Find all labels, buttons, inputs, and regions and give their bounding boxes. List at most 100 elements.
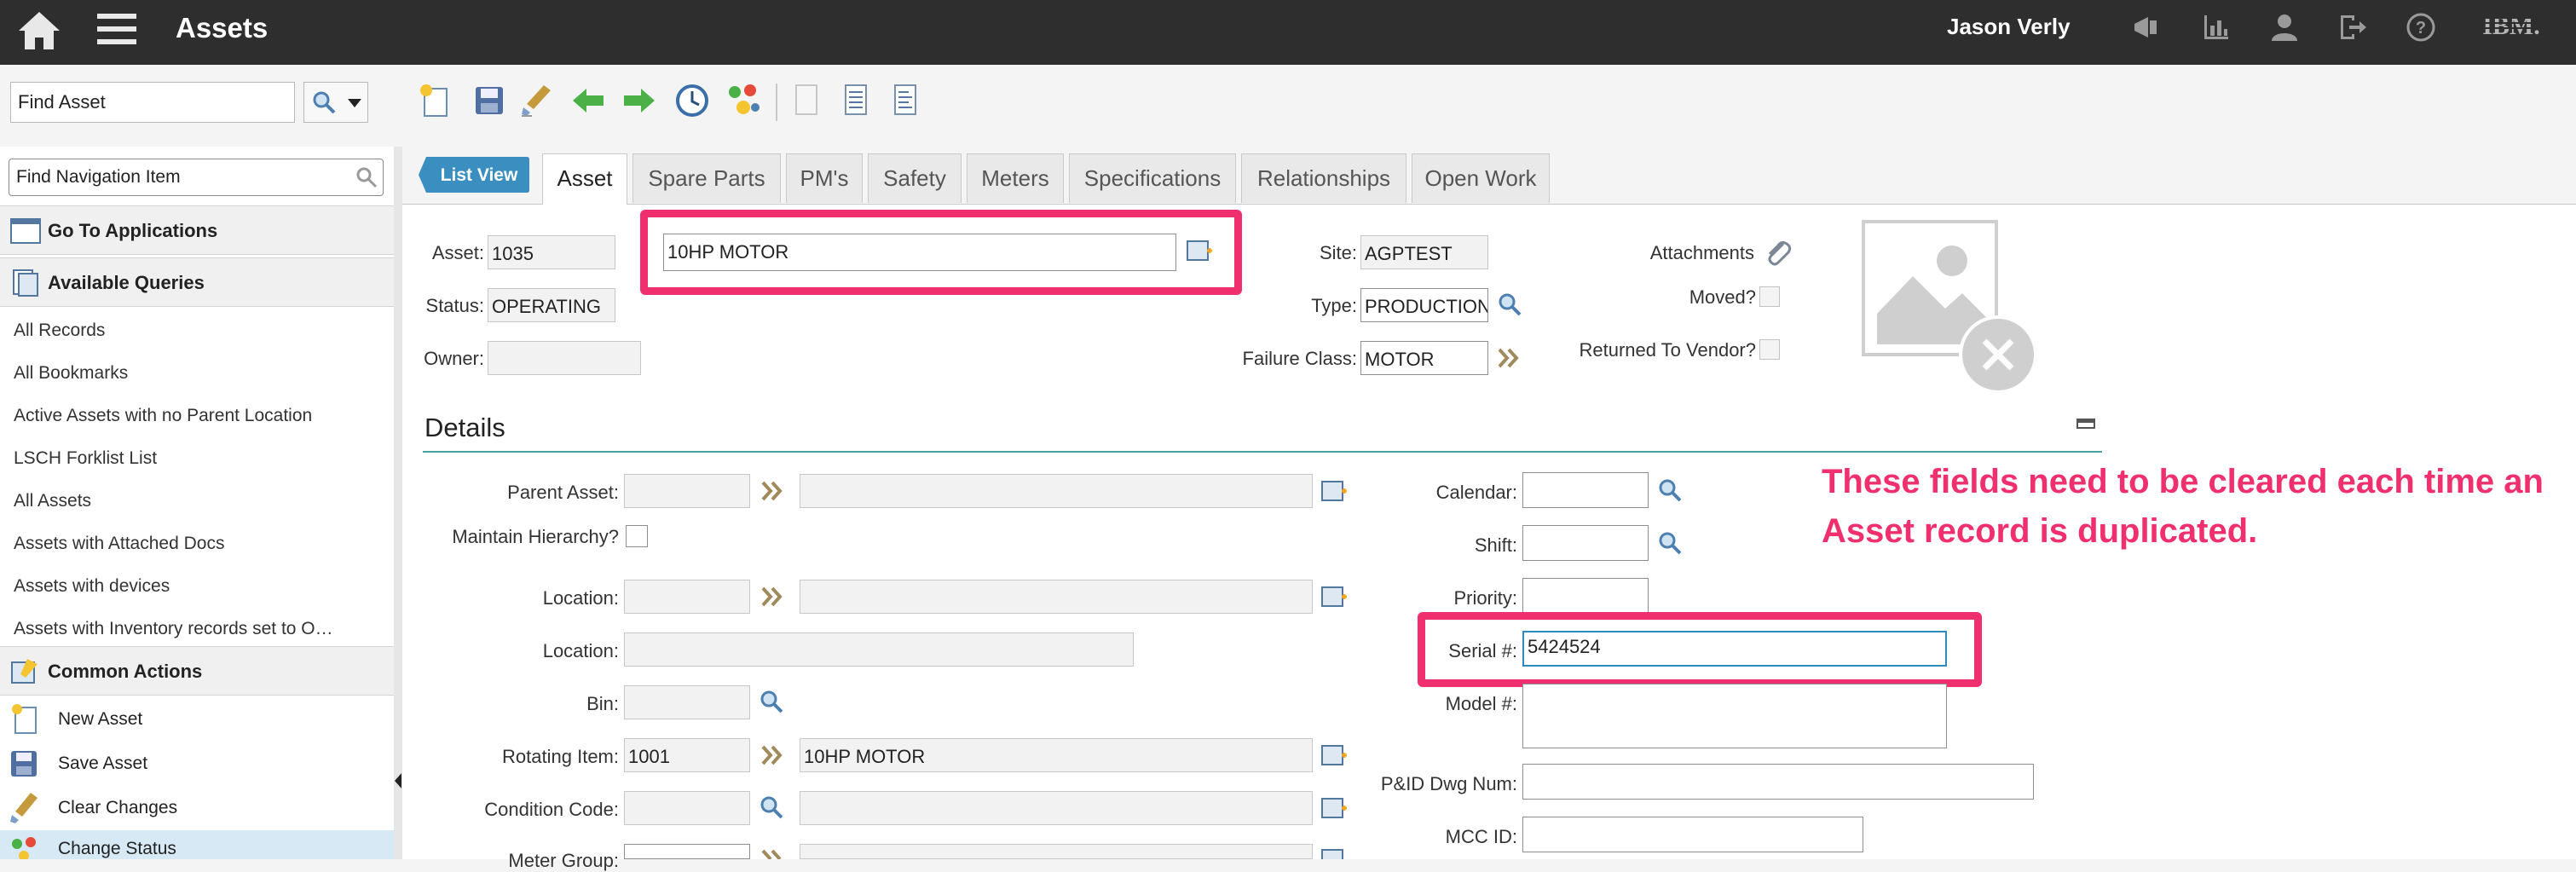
query-item[interactable]: Assets with Inventory records set to O… — [14, 619, 333, 639]
list-view-button[interactable]: List View — [418, 155, 530, 194]
double-chevron-right-icon[interactable] — [760, 743, 784, 767]
menu-icon[interactable] — [95, 9, 138, 51]
location-field[interactable] — [624, 580, 750, 614]
clear-changes-icon — [10, 793, 38, 823]
go-to-applications-header[interactable]: Go To Applications — [0, 205, 394, 255]
query-item[interactable]: LSCH Forklist List — [14, 448, 157, 469]
document-list-icon[interactable] — [839, 82, 873, 119]
calendar-field[interactable] — [1522, 472, 1649, 508]
history-icon[interactable] — [673, 82, 711, 119]
reports-icon[interactable] — [2201, 12, 2232, 43]
tab-asset[interactable]: Asset — [542, 153, 627, 205]
tab-safety[interactable]: Safety — [868, 153, 962, 203]
action-clear-changes[interactable]: Clear Changes — [0, 786, 394, 829]
parent-asset-description-field[interactable] — [800, 474, 1313, 508]
condition-code-field[interactable] — [624, 791, 750, 825]
tab-pms[interactable]: PM's — [786, 153, 863, 203]
common-actions-label: Common Actions — [48, 661, 203, 682]
site-field[interactable]: AGPTEST — [1360, 235, 1488, 269]
action-change-status[interactable]: Change Status — [0, 830, 394, 859]
long-description-icon[interactable] — [1320, 742, 1349, 771]
double-chevron-right-icon[interactable] — [760, 585, 784, 609]
tab-open-work[interactable]: Open Work — [1412, 153, 1550, 203]
broadcast-icon[interactable] — [2131, 12, 2162, 43]
query-item[interactable]: All Bookmarks — [14, 363, 128, 384]
meter-group-description-field[interactable] — [800, 844, 1313, 859]
highlight-serial-number — [1418, 612, 1982, 687]
location-label: Location: — [542, 587, 619, 609]
pid-dwg-num-label: P&ID Dwg Num: — [1380, 773, 1517, 794]
location-2-field[interactable] — [624, 632, 1134, 667]
pid-dwg-num-field[interactable] — [1522, 764, 2034, 800]
change-status-icon[interactable] — [725, 82, 762, 119]
double-chevron-right-icon[interactable] — [1497, 346, 1521, 370]
moved-checkbox[interactable] — [1759, 286, 1780, 307]
paperclip-icon[interactable] — [1763, 237, 1793, 268]
next-record-icon[interactable] — [621, 82, 658, 119]
signout-icon[interactable] — [2337, 12, 2368, 43]
location-description-field[interactable] — [800, 580, 1313, 614]
mcc-id-field[interactable] — [1522, 817, 1863, 852]
query-item[interactable]: Assets with Attached Docs — [14, 534, 224, 554]
tab-meters[interactable]: Meters — [967, 153, 1064, 203]
search-icon[interactable] — [759, 689, 784, 714]
action-new-asset[interactable]: New Asset — [0, 697, 394, 740]
parent-asset-field[interactable] — [624, 474, 750, 508]
previous-record-icon[interactable] — [569, 82, 607, 119]
collapse-section-icon[interactable] — [2076, 416, 2095, 431]
double-chevron-right-icon[interactable] — [760, 479, 784, 503]
shift-field[interactable] — [1522, 525, 1649, 561]
owner-field[interactable] — [488, 341, 641, 375]
search-icon[interactable] — [355, 165, 378, 189]
search-icon[interactable] — [759, 794, 784, 820]
nav-collapse-handle[interactable] — [394, 147, 402, 859]
asset-image-placeholder[interactable] — [1862, 220, 2037, 396]
save-icon[interactable] — [471, 82, 508, 119]
available-queries-header[interactable]: Available Queries — [0, 257, 394, 307]
home-icon[interactable] — [15, 9, 63, 55]
maintain-hierarchy-checkbox[interactable] — [626, 525, 648, 547]
query-item[interactable]: All Assets — [14, 491, 91, 511]
search-icon[interactable] — [1657, 530, 1683, 556]
long-description-icon[interactable] — [1320, 794, 1349, 823]
status-field[interactable]: OPERATING — [488, 288, 615, 322]
common-actions-header[interactable]: Common Actions — [0, 646, 394, 696]
long-description-icon[interactable] — [1320, 477, 1349, 506]
asset-number-field[interactable]: 1035 — [488, 235, 615, 269]
clear-changes-icon[interactable] — [518, 82, 556, 119]
meter-group-field[interactable] — [624, 844, 750, 859]
query-item[interactable]: Active Assets with no Parent Location — [14, 406, 312, 426]
help-icon[interactable]: ? — [2406, 12, 2436, 43]
document-report-icon[interactable] — [888, 82, 922, 119]
condition-code-description-field[interactable] — [800, 791, 1313, 825]
action-label: Save Asset — [58, 754, 148, 773]
find-asset-search-button[interactable] — [303, 82, 368, 123]
highlight-description — [640, 210, 1242, 295]
tab-relationships[interactable]: Relationships — [1241, 153, 1406, 203]
user-name[interactable]: Jason Verly — [1947, 14, 2071, 40]
query-item[interactable]: Assets with devices — [14, 576, 170, 597]
search-icon[interactable] — [1497, 292, 1522, 317]
long-description-icon[interactable] — [1320, 847, 1349, 859]
find-asset-input[interactable]: Find Asset — [10, 82, 295, 123]
change-status-icon — [12, 837, 36, 859]
new-record-icon[interactable] — [418, 82, 455, 119]
action-save-asset[interactable]: Save Asset — [0, 742, 394, 784]
search-icon[interactable] — [1657, 477, 1683, 503]
model-number-field[interactable] — [1522, 684, 1947, 748]
tab-specifications[interactable]: Specifications — [1069, 153, 1236, 203]
tab-spare-parts[interactable]: Spare Parts — [632, 153, 781, 203]
find-navigation-input[interactable]: Find Navigation Item — [9, 159, 384, 196]
double-chevron-right-icon[interactable] — [760, 849, 784, 859]
rotating-item-description-field[interactable]: 10HP MOTOR — [800, 738, 1313, 772]
rotating-item-field[interactable]: 1001 — [624, 738, 750, 772]
failure-class-field[interactable]: MOTOR — [1360, 341, 1488, 375]
priority-field[interactable] — [1522, 578, 1649, 614]
long-description-icon[interactable] — [1320, 583, 1349, 612]
profile-icon[interactable] — [2269, 12, 2300, 43]
bin-field[interactable] — [624, 685, 750, 719]
returned-to-vendor-checkbox[interactable] — [1759, 339, 1780, 360]
document-icon[interactable] — [789, 82, 823, 119]
query-item[interactable]: All Records — [14, 321, 105, 341]
type-field[interactable]: PRODUCTION — [1360, 288, 1488, 322]
